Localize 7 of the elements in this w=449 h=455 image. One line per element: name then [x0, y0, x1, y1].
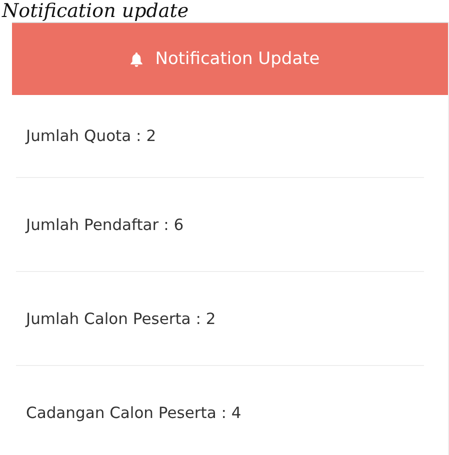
panel-title: Notification Update: [155, 49, 320, 69]
bell-icon: [130, 52, 144, 66]
page-title: Notification update: [0, 0, 190, 22]
count-label: Jumlah Quota : 2: [26, 127, 156, 145]
count-label: Cadangan Calon Peserta : 4: [26, 404, 242, 422]
count-label: Jumlah Pendaftar : 6: [26, 216, 184, 234]
count-label: Jumlah Calon Peserta : 2: [26, 310, 216, 328]
